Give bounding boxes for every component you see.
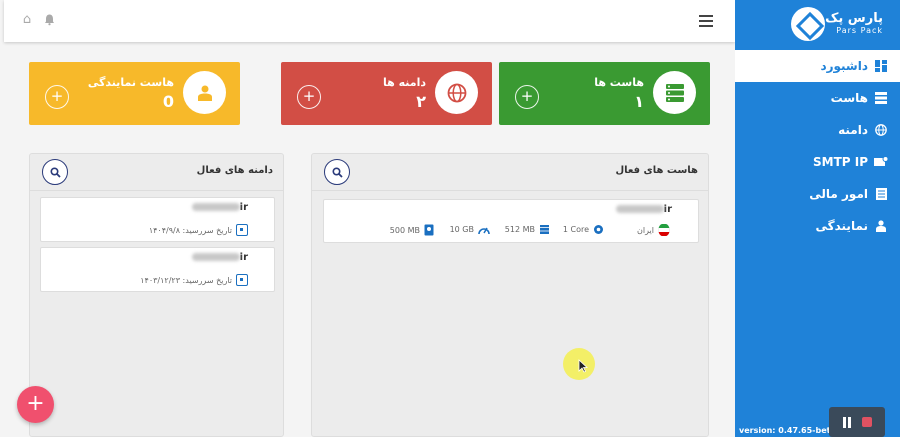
sidebar-item-label: SMTP IP <box>812 155 868 169</box>
domain-expiry-label: تاریخ سررسید: ۱۴۰۴/۹/۸ <box>148 225 232 235</box>
logo-text-en: Pars Pack <box>836 26 883 35</box>
parspack-logo-icon <box>791 7 826 41</box>
domain-list-item[interactable]: ir تاریخ سررسید: ۱۴۰۴/۹/۸ <box>40 197 275 242</box>
search-icon <box>331 166 343 178</box>
host-storage-label: 500 MB <box>389 225 420 235</box>
host-cpu: 1 Core <box>563 224 604 235</box>
sidebar-item-smtp-ip[interactable]: SMTP IP <box>735 146 900 178</box>
mouse-cursor-icon <box>578 359 588 373</box>
reseller-card-title: هاست نمایندگی <box>87 76 174 89</box>
reseller-icon <box>197 85 212 101</box>
domain-name-suffix: ir <box>239 252 248 263</box>
sidebar-item-reseller[interactable]: نمایندگی <box>735 210 900 242</box>
cpu-gear-icon <box>594 225 603 234</box>
sidebar-item-label: داشبورد <box>820 59 868 73</box>
domain-expiry: تاریخ سررسید: ۱۴۰۴/۹/۸ <box>149 224 248 236</box>
domains-card-title: دامنه ها <box>383 76 426 89</box>
home-icon[interactable]: ⌂ <box>20 13 34 27</box>
reseller-icon <box>874 219 888 233</box>
host-location-label: ایران <box>637 225 654 235</box>
add-domain-button[interactable]: + <box>297 85 321 109</box>
search-domains-button[interactable] <box>42 159 68 185</box>
domains-card-icon <box>435 71 478 114</box>
reseller-card-count: 0 <box>162 92 174 111</box>
active-hosts-panel: هاست های فعال ir ایران 1 Core 512 MB 10 … <box>311 153 709 437</box>
notification-bell-icon[interactable] <box>42 13 56 27</box>
domain-name: ir <box>190 252 248 263</box>
active-domains-title: دامنه های فعال <box>196 165 273 176</box>
hosts-card-icon <box>653 71 696 114</box>
recording-controls <box>829 407 885 437</box>
reseller-host-card[interactable]: هاست نمایندگی 0 + <box>29 62 240 125</box>
add-reseller-button[interactable]: + <box>45 85 69 109</box>
hosts-card-count: ۱ <box>634 92 644 111</box>
add-host-button[interactable]: + <box>515 85 539 109</box>
globe-icon <box>447 83 466 102</box>
iran-flag-icon <box>658 224 670 236</box>
search-icon <box>49 166 61 178</box>
sidebar-item-dashboard[interactable]: داشبورد <box>735 50 900 82</box>
top-bar: ⌂ <box>4 0 735 42</box>
version-label: version: 0.47.65-beta <box>739 426 836 435</box>
redacted-host-name <box>615 205 664 213</box>
speedometer-icon <box>478 227 490 235</box>
domain-list-item[interactable]: ir تاریخ سررسید: ۱۴۰۳/۱۲/۲۳ <box>40 247 275 292</box>
sidebar-item-domains[interactable]: دامنه <box>735 114 900 146</box>
hosts-card-title: هاست ها <box>594 76 644 89</box>
panel-divider <box>30 190 283 191</box>
add-fab-button[interactable]: + <box>17 386 54 423</box>
calendar-icon <box>236 274 248 286</box>
domain-expiry: تاریخ سررسید: ۱۴۰۳/۱۲/۲۳ <box>140 274 248 286</box>
invoice-icon <box>874 187 888 201</box>
domain-name-suffix: ir <box>239 202 248 213</box>
server-icon <box>874 91 888 105</box>
hosts-card[interactable]: هاست ها ۱ + <box>499 62 710 125</box>
host-ram: 512 MB <box>505 224 550 235</box>
host-disk-label: 10 GB <box>449 225 474 234</box>
panel-divider <box>312 190 708 191</box>
active-domains-panel: دامنه های فعال ir تاریخ سررسید: ۱۴۰۴/۹/۸… <box>29 153 284 437</box>
host-list-item[interactable]: ir ایران 1 Core 512 MB 10 GB 500 MB <box>323 199 699 243</box>
host-ram-label: 512 MB <box>504 225 535 234</box>
calendar-icon <box>236 224 248 236</box>
logo-text: پارس پک Pars Pack <box>825 12 883 36</box>
hamburger-menu-icon[interactable] <box>699 15 713 27</box>
host-name: ir <box>614 204 672 215</box>
server-icon <box>665 83 684 102</box>
domains-card[interactable]: دامنه ها ۲ + <box>281 62 492 125</box>
host-cpu-label: 1 Core <box>562 225 589 234</box>
host-name-suffix: ir <box>663 204 672 215</box>
sidebar-item-hosts[interactable]: هاست <box>735 82 900 114</box>
sidebar-item-label: نمایندگی <box>815 219 868 233</box>
sidebar: پارس پک Pars Pack داشبورد هاست دامنه SMT… <box>735 0 900 437</box>
host-location: ایران <box>637 224 670 236</box>
sidebar-item-label: دامنه <box>838 123 868 137</box>
stop-icon[interactable] <box>861 417 872 427</box>
sidebar-item-label: امور مالی <box>809 187 868 201</box>
sidebar-item-finance[interactable]: امور مالی <box>735 178 900 210</box>
pause-icon[interactable] <box>842 416 851 428</box>
active-hosts-title: هاست های فعال <box>615 165 698 176</box>
globe-icon <box>874 123 888 137</box>
logo-text-fa: پارس پک <box>825 11 883 26</box>
parspack-logo[interactable]: پارس پک Pars Pack <box>791 7 890 41</box>
ram-icon <box>539 225 550 234</box>
search-hosts-button[interactable] <box>324 159 350 185</box>
host-storage: 500 MB <box>390 224 434 236</box>
redacted-domain-name <box>191 253 240 261</box>
dashboard-icon <box>874 59 888 73</box>
domains-card-count: ۲ <box>416 92 426 111</box>
redacted-domain-name <box>191 203 240 211</box>
sidebar-menu: داشبورد هاست دامنه SMTP IP امور مالی نما… <box>735 50 900 242</box>
domain-name: ir <box>190 202 248 213</box>
mail-icon <box>874 155 888 169</box>
storage-icon <box>424 224 434 236</box>
reseller-card-icon <box>183 71 226 114</box>
host-disk: 10 GB <box>450 224 490 235</box>
sidebar-item-label: هاست <box>830 91 868 105</box>
domain-expiry-label: تاریخ سررسید: ۱۴۰۳/۱۲/۲۳ <box>140 275 232 285</box>
